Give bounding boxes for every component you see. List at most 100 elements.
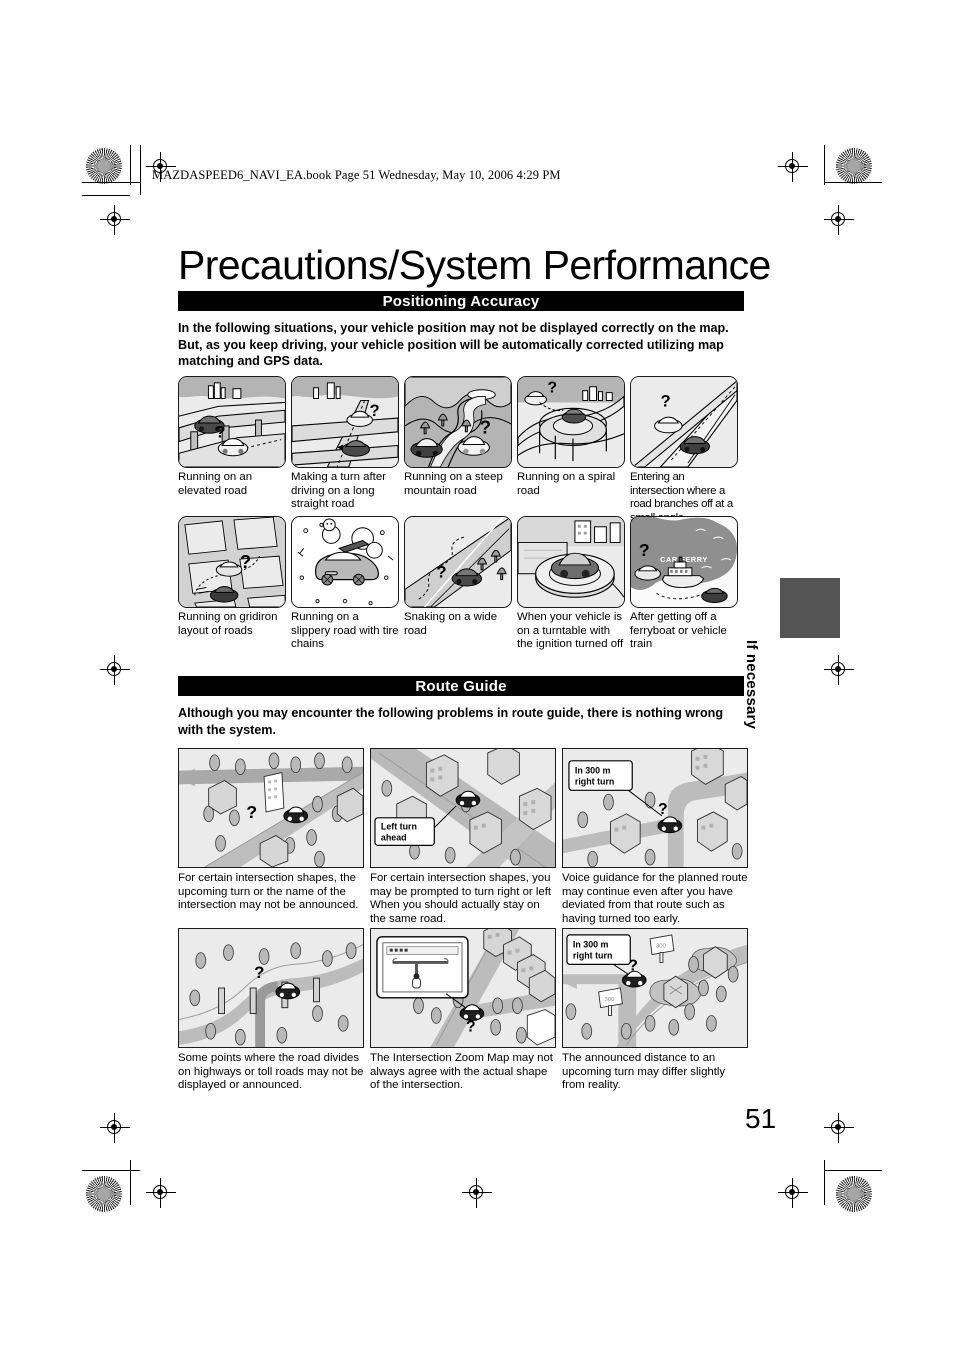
section-heading-route-guide: Route Guide (178, 676, 744, 696)
figure-caption: The announced distance to an upcoming tu… (562, 1052, 726, 1092)
illustration-rg-deviated-route: ? In 300 m right turn (562, 748, 748, 868)
crop-mark-bottom-right-horizontal (824, 1170, 882, 1171)
svg-text:?: ? (215, 423, 225, 442)
figure-caption: Running on a spiral road (517, 471, 616, 497)
figure-caption: For certain intersection shapes, you may… (370, 872, 552, 925)
figure-caption: Running on a slippery road with tire cha… (291, 611, 399, 651)
illustration-long-straight-road: ? (291, 376, 399, 468)
figure-turntable: When your vehicle is on a turntable with… (517, 516, 625, 652)
figure-rg-road-divides: ? Some points where the road divides on … (178, 928, 364, 1093)
crop-mark-bottom-right-vertical (824, 1160, 825, 1205)
figure-rg-announced-distance: 300 300 ? In 300 m right turn The announc… (562, 928, 748, 1093)
registration-target-bottom-left (146, 1178, 176, 1208)
file-stamp: MAZDASPEED6_NAVI_EA.book Page 51 Wednesd… (152, 168, 561, 182)
svg-text:?: ? (370, 401, 380, 420)
figure-ferryboat: CAR FERRY ? After getting off a ferryboa… (630, 516, 738, 652)
illustration-snaking-wide-road: ? (404, 516, 512, 608)
section-heading-positioning-accuracy: Positioning Accuracy (178, 291, 744, 311)
crop-mark-bottom-left-vertical (130, 1160, 131, 1205)
svg-text:?: ? (240, 551, 251, 572)
svg-text:?: ? (246, 802, 257, 822)
illustration-rg-announced-distance: 300 300 ? In 300 m right turn (562, 928, 748, 1048)
registration-target-top-right (778, 152, 808, 182)
figure-elevated-road: ? Running on an elevated road (178, 376, 286, 525)
registration-target-left-upper (100, 205, 130, 235)
svg-text:?: ? (547, 380, 557, 397)
side-tab-label: If necessary (743, 640, 760, 730)
illustration-spiral-road: ? (517, 376, 625, 468)
callout-in-300m-right-turn-bottom: In 300 m right turn (566, 934, 631, 965)
figure-caption: Running on a steep mountain road (404, 471, 503, 497)
illustration-tire-chains (291, 516, 399, 608)
registration-target-left-middle (100, 655, 130, 685)
svg-text:?: ? (639, 540, 650, 560)
callout-in-300m-right-turn-top: In 300 m right turn (568, 760, 633, 791)
figure-long-straight-road: ? Making a turn after driving on a long … (291, 376, 399, 525)
side-tab-block (780, 578, 840, 638)
figure-caption: Some points where the road divides on hi… (178, 1052, 364, 1092)
illustration-ferryboat: CAR FERRY ? (630, 516, 738, 608)
illustration-turntable (517, 516, 625, 608)
figure-small-angle-branch: ? Entering an intersection where a road … (630, 376, 738, 525)
svg-text:300: 300 (605, 997, 616, 1003)
figure-caption: After getting off a ferryboat or vehicle… (630, 611, 727, 651)
illustration-rg-road-divides: ? (178, 928, 364, 1048)
illustration-rg-intersection-zoom-map: ? (370, 928, 556, 1048)
registration-target-right-middle (824, 655, 854, 685)
illustration-rg-left-turn-prompt: Left turn ahead (370, 748, 556, 868)
svg-text:?: ? (658, 801, 668, 818)
illustration-small-angle-branch: ? (630, 376, 738, 468)
illustration-steep-mountain-road: ? (404, 376, 512, 468)
svg-text:right turn: right turn (573, 951, 612, 961)
page-title: Precautions/System Performance (178, 242, 771, 289)
registration-target-left-lower (100, 1113, 130, 1143)
page-number: 51 (745, 1103, 777, 1134)
figure-spiral-road: ? Running on a spiral road (517, 376, 625, 525)
svg-text:In 300 m: In 300 m (573, 940, 609, 950)
svg-text:300: 300 (656, 944, 667, 950)
svg-text:ahead: ahead (381, 832, 407, 842)
registration-rosette-top-right (836, 148, 872, 184)
figure-caption: Voice guidance for the planned route may… (562, 872, 748, 925)
registration-target-bottom-right (778, 1178, 808, 1208)
svg-text:Left turn: Left turn (381, 822, 417, 832)
figure-rg-intersection-zoom-map: ? The Intersection Zoom Map may not alwa… (370, 928, 556, 1093)
figure-rg-intersection-shape: ? For certain intersection shapes, the u… (178, 748, 364, 926)
figure-rg-left-turn-prompt: Left turn ahead For certain intersection… (370, 748, 556, 926)
crop-mark-top-left-vertical (130, 145, 131, 185)
registration-rosette-bottom-right (836, 1176, 872, 1212)
svg-text:?: ? (436, 563, 446, 582)
registration-rosette-bottom-left (86, 1176, 122, 1212)
svg-text:?: ? (480, 417, 491, 438)
figure-snaking-wide-road: ? Snaking on a wide road (404, 516, 512, 652)
figure-row-positioning-1: ? Running on an elevated road ? Making a… (178, 376, 748, 525)
figure-row-routeguide-1: ? For certain intersection shapes, the u… (178, 748, 748, 926)
illustration-elevated-road: ? (178, 376, 286, 468)
figure-caption: Running on an elevated road (178, 471, 253, 497)
section-lead-route-guide: Although you may encounter the following… (178, 706, 724, 737)
figure-steep-mountain-road: ? Running on a steep mountain road (404, 376, 512, 525)
illustration-rg-intersection-shape: ? (178, 748, 364, 868)
illustration-gridiron-roads: ? (178, 516, 286, 608)
figure-caption: When your vehicle is on a turntable with… (517, 611, 624, 651)
figure-rg-deviated-route: ? In 300 m right turn Voice guidance for… (562, 748, 748, 926)
svg-text:?: ? (254, 963, 264, 982)
registration-target-right-lower (824, 1113, 854, 1143)
figure-caption: Snaking on a wide road (404, 611, 498, 637)
registration-target-bottom-center (462, 1178, 492, 1208)
crop-mark-top-right-vertical (824, 145, 825, 185)
registration-target-right-upper (824, 205, 854, 235)
figure-caption: Running on gridiron layout of roads (178, 611, 278, 637)
svg-text:In 300 m: In 300 m (575, 766, 611, 776)
crop-mark-top-left-horizontal (82, 182, 140, 183)
callout-left-turn-ahead: Left turn ahead (374, 817, 435, 846)
registration-rosette-top-left (86, 148, 122, 184)
crop-mark-bottom-left-horizontal (82, 1170, 140, 1171)
svg-text:?: ? (660, 391, 670, 410)
crop-mark-top-right-horizontal (824, 182, 882, 183)
figure-tire-chains: Running on a slippery road with tire cha… (291, 516, 399, 652)
svg-text:?: ? (466, 1018, 476, 1035)
figure-caption: The Intersection Zoom Map may not always… (370, 1052, 553, 1092)
figure-caption: Making a turn after driving on a long st… (291, 471, 386, 511)
svg-text:right turn: right turn (575, 776, 614, 786)
